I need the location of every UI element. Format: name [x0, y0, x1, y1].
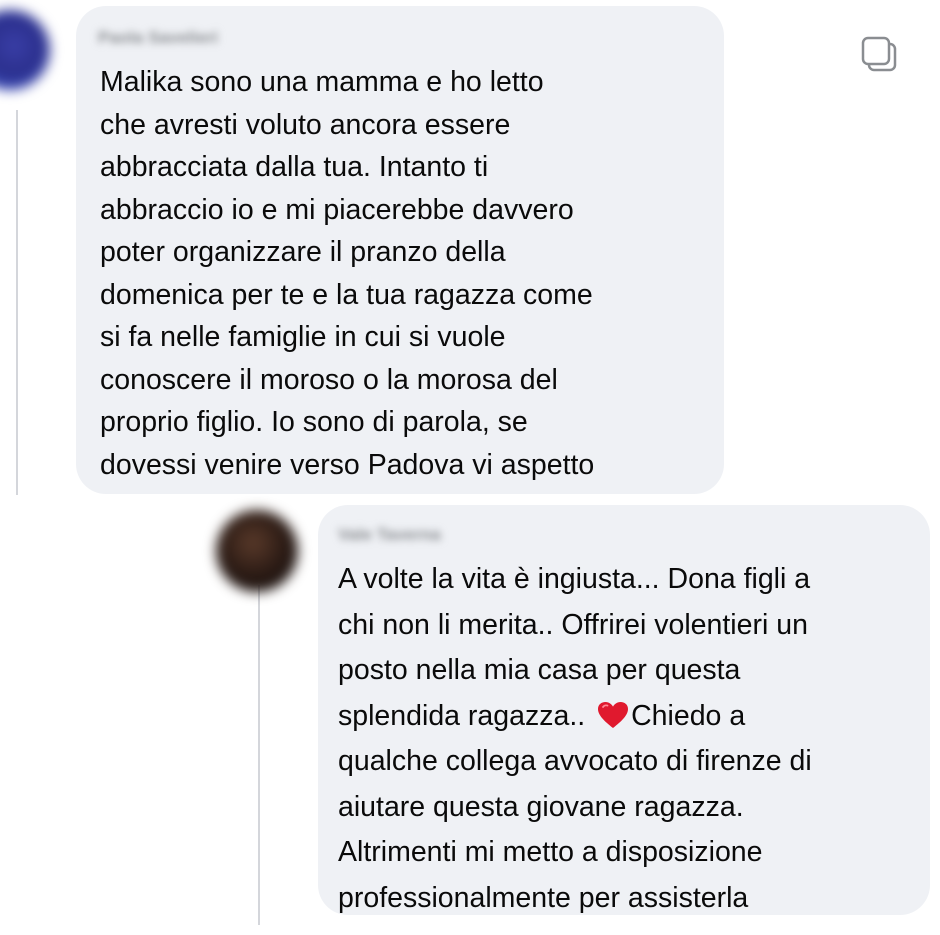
- reply-bubble: Vale Taverna A volte la vita è ingiusta.…: [318, 505, 930, 915]
- thread-connector-line: [16, 110, 18, 495]
- comment-bubble: Paola Savelieri Malika sono una mamma e …: [76, 6, 724, 494]
- copy-icon[interactable]: [855, 30, 903, 78]
- avatar[interactable]: [0, 10, 50, 90]
- reply-text: A volte la vita è ingiusta... Dona figli…: [338, 557, 928, 921]
- heart-emoji: [598, 701, 629, 728]
- comment-text: Malika sono una mamma e ho letto che avr…: [100, 66, 595, 481]
- reply-connector-line: [258, 585, 260, 925]
- reply-author-name[interactable]: Vale Taverna: [338, 525, 441, 545]
- avatar[interactable]: [216, 510, 298, 592]
- comment-author-name[interactable]: Paola Savelieri: [98, 28, 218, 48]
